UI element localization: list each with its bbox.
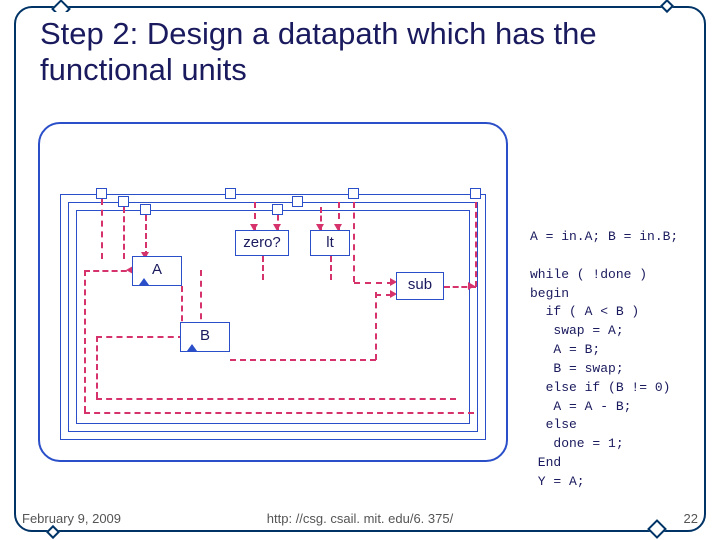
- bus-port: [470, 188, 481, 199]
- wire: [84, 270, 86, 412]
- wire: [145, 215, 147, 257]
- datapath-diagram: zero? lt sub A B: [38, 122, 508, 462]
- bus-port: [348, 188, 359, 199]
- bus-port: [140, 204, 151, 215]
- footer-page-number: 22: [684, 511, 698, 526]
- wire: [96, 398, 456, 400]
- functional-unit-zero: zero?: [235, 230, 289, 256]
- bus-port: [225, 188, 236, 199]
- wire: [230, 359, 376, 361]
- wire: [101, 199, 103, 259]
- functional-unit-lt: lt: [310, 230, 350, 256]
- wire: [96, 336, 98, 398]
- wire: [84, 412, 474, 414]
- bus-port: [96, 188, 107, 199]
- arrow-icon: [468, 282, 475, 290]
- wire: [262, 256, 264, 280]
- slide-title: Step 2: Design a datapath which has the …: [34, 12, 686, 95]
- wire: [96, 336, 184, 338]
- wire: [353, 202, 355, 282]
- functional-unit-sub: sub: [396, 272, 444, 300]
- footer-url: http: //csg. csail. mit. edu/6. 375/: [0, 511, 720, 526]
- wire: [200, 270, 202, 330]
- register-b: B: [180, 322, 230, 352]
- bus-port: [118, 196, 129, 207]
- wire: [375, 292, 377, 360]
- register-a: A: [132, 256, 182, 286]
- wire: [123, 207, 125, 259]
- wire: [330, 256, 332, 280]
- bus-port: [292, 196, 303, 207]
- bus-port: [272, 204, 283, 215]
- wire: [475, 202, 477, 287]
- pseudocode: A = in.A; B = in.B; while ( !done ) begi…: [530, 228, 714, 492]
